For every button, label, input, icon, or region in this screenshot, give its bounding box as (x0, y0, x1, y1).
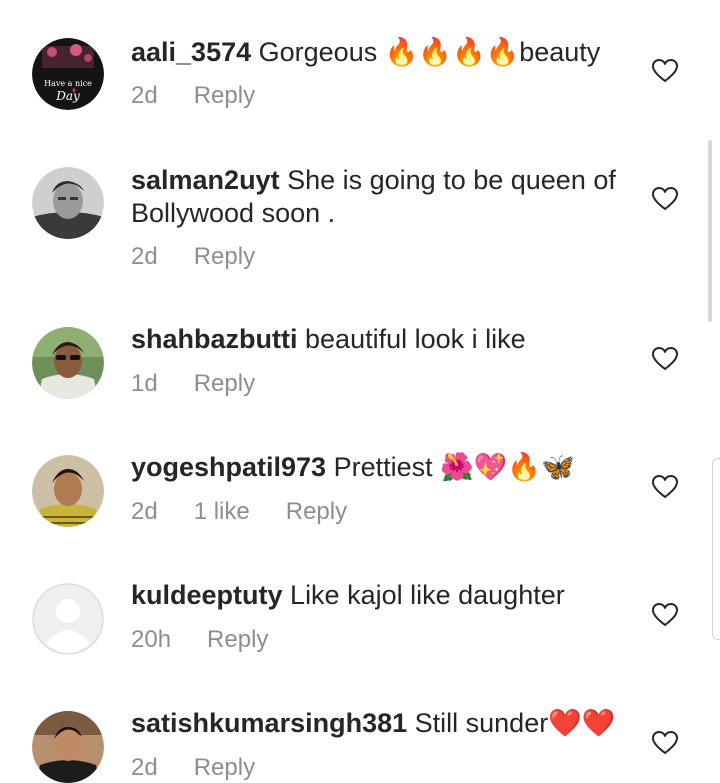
side-panel-edge (712, 458, 720, 640)
comment-username[interactable]: aali_3574 (131, 37, 251, 67)
comment-meta: 2d Reply (131, 82, 291, 110)
comment-username[interactable]: kuldeeptuty (131, 580, 283, 610)
reply-button[interactable]: Reply (286, 498, 347, 526)
reply-button[interactable]: Reply (207, 626, 268, 654)
comment-meta: 2d 1 like Reply (131, 498, 383, 526)
avatar-caption: Day (55, 89, 80, 103)
default-avatar-icon (32, 583, 104, 655)
avatar-caption: Have a nice (44, 79, 92, 88)
comment-time: 2d (131, 498, 158, 525)
reply-button[interactable]: Reply (194, 243, 255, 271)
comment-body: Still sunder❤️❤️ (414, 708, 616, 738)
comment-text: shahbazbutti beautiful look i like (131, 323, 631, 356)
comment-username[interactable]: shahbazbutti (131, 324, 298, 354)
heart-icon[interactable] (652, 475, 678, 499)
comment-meta: 2d Reply (131, 243, 291, 271)
avatar-image: Have a nice Day (32, 38, 104, 110)
comment-text: satishkumarsingh381 Still sunder❤️❤️ (131, 707, 631, 740)
comment-text: salman2uyt She is going to be queen of B… (131, 164, 631, 230)
comment-time: 20h (131, 626, 172, 653)
heart-icon[interactable] (652, 187, 678, 211)
avatar-image (32, 455, 104, 527)
comment-body: Like kajol like daughter (290, 580, 565, 610)
heart-icon[interactable] (652, 731, 678, 755)
heart-icon[interactable] (652, 347, 678, 371)
avatar[interactable]: Have a nice Day (32, 38, 104, 110)
avatar[interactable] (32, 167, 104, 239)
reply-button[interactable]: Reply (194, 754, 255, 782)
avatar-image (32, 327, 104, 399)
avatar-image (32, 167, 104, 239)
reply-button[interactable]: Reply (194, 370, 255, 398)
comment-text: kuldeeptuty Like kajol like daughter (131, 579, 631, 612)
comment-body: Gorgeous 🔥🔥🔥🔥beauty (258, 37, 601, 67)
comment-text: yogeshpatil973 Prettiest 🌺💖🔥🦋 (131, 451, 631, 484)
comment-meta: 20h Reply (131, 626, 304, 654)
avatar[interactable] (32, 711, 104, 783)
comment-username[interactable]: salman2uyt (131, 165, 280, 195)
avatar[interactable] (32, 327, 104, 399)
comment-text: aali_3574 Gorgeous 🔥🔥🔥🔥beauty (131, 36, 631, 69)
comment-time: 1d (131, 370, 158, 397)
comment-body: Prettiest 🌺💖🔥🦋 (333, 452, 575, 482)
comment-username[interactable]: yogeshpatil973 (131, 452, 326, 482)
scrollbar[interactable] (708, 140, 712, 322)
comment-time: 2d (131, 243, 158, 270)
heart-icon[interactable] (652, 59, 678, 83)
comment-meta: 2d Reply (131, 754, 291, 782)
heart-icon[interactable] (652, 603, 678, 627)
avatar[interactable] (32, 583, 104, 655)
comment-username[interactable]: satishkumarsingh381 (131, 708, 407, 738)
comment-time: 2d (131, 754, 158, 781)
avatar[interactable] (32, 455, 104, 527)
like-count[interactable]: 1 like (194, 498, 250, 526)
avatar-image (32, 711, 104, 783)
reply-button[interactable]: Reply (194, 82, 255, 110)
comment-meta: 1d Reply (131, 370, 291, 398)
comment-body: beautiful look i like (305, 324, 526, 354)
comment-time: 2d (131, 82, 158, 109)
